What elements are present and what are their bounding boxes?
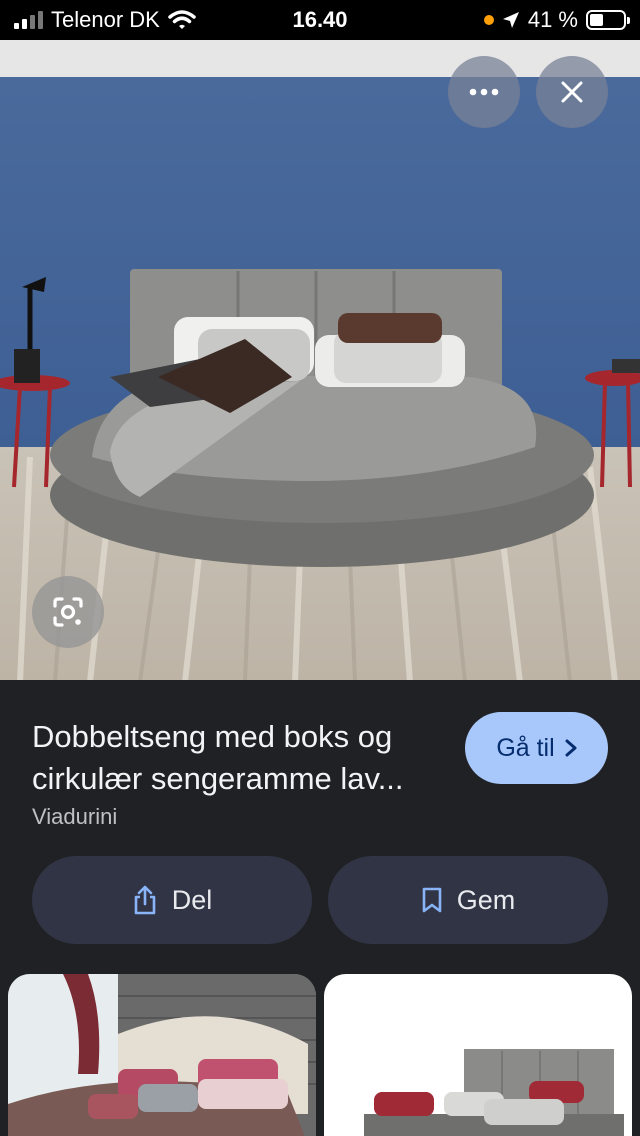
status-right: 41 % <box>483 0 630 40</box>
related-image-2-photo <box>324 974 632 1136</box>
lens-search-button[interactable] <box>32 576 104 648</box>
result-info-panel: Dobbeltseng med boks og cirkulær sengera… <box>0 680 640 1136</box>
action-buttons: Del Gem <box>32 856 608 944</box>
status-bar: Telenor DK 16.40 41 % <box>0 0 640 40</box>
result-source[interactable]: Viadurini <box>32 804 117 830</box>
status-left: Telenor DK <box>14 0 196 40</box>
battery-fill <box>590 14 604 26</box>
related-image-1[interactable] <box>8 974 316 1136</box>
battery-icon <box>586 10 630 30</box>
save-button[interactable]: Gem <box>328 856 608 944</box>
result-title[interactable]: Dobbeltseng med boks og cirkulær sengera… <box>32 716 452 800</box>
related-images <box>0 974 640 1136</box>
visit-button[interactable]: Gå til <box>465 712 608 784</box>
close-button[interactable] <box>536 56 608 128</box>
wifi-icon <box>168 10 196 29</box>
google-lens-icon <box>53 597 83 627</box>
related-image-1-photo <box>8 974 316 1136</box>
bookmark-icon <box>422 887 442 913</box>
save-label: Gem <box>456 884 516 915</box>
share-label: Del <box>171 884 213 915</box>
privacy-indicator-dot <box>483 15 494 25</box>
visit-button-label: Gå til <box>496 733 555 762</box>
share-icon <box>134 885 156 915</box>
related-image-2[interactable] <box>324 974 632 1136</box>
more-options-button[interactable] <box>448 56 520 128</box>
cellular-signal-icon <box>14 11 43 29</box>
image-viewer <box>0 40 640 682</box>
more-horizontal-icon <box>469 88 499 96</box>
share-button[interactable]: Del <box>32 856 312 944</box>
carrier-name: Telenor DK <box>51 7 160 32</box>
battery-percent: 41 % <box>527 7 578 32</box>
close-icon <box>561 81 583 103</box>
chevron-right-icon <box>565 739 577 757</box>
location-arrow-icon <box>502 12 519 28</box>
